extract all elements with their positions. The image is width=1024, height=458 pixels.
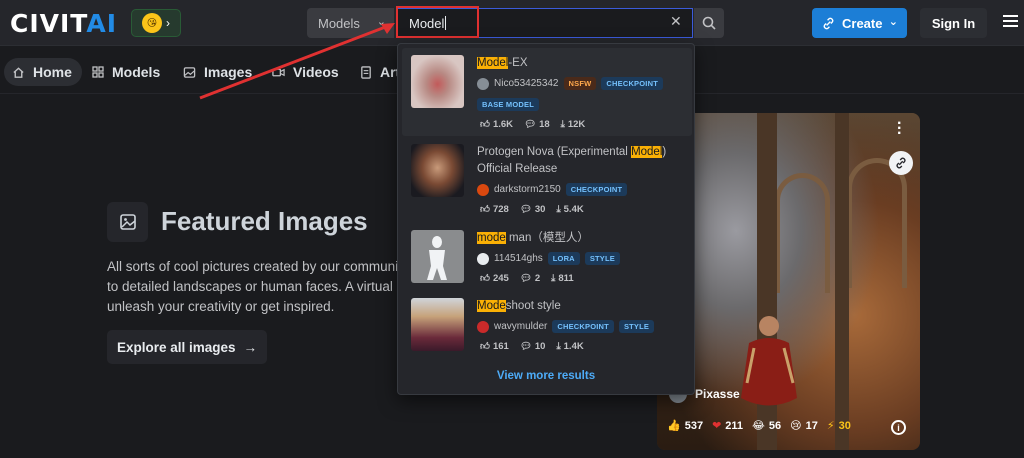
download-icon: ⤓ <box>551 272 556 284</box>
avatar <box>477 183 489 196</box>
thumbs-up-icon: 👍︎ <box>480 204 490 215</box>
chevron-right-icon: › <box>166 16 170 30</box>
download-icon: ⤓ <box>556 340 561 352</box>
heart-icon: ❤ <box>712 420 722 432</box>
comment-icon: 💬︎ <box>519 203 532 215</box>
explore-all-images-button[interactable]: Explore all images → <box>107 330 267 364</box>
result-meta: Nico53425342 NSFW CHECKPOINT <box>477 77 663 90</box>
reaction-bar: 👍 537 ❤ 211 😂 56 😢 17 ⚡ 30 <box>667 419 851 433</box>
result-meta-row2: BASE MODEL <box>477 98 540 111</box>
comment-icon: 💬︎ <box>519 340 532 352</box>
result-thumbnail <box>411 230 464 283</box>
more-options-icon[interactable]: · · · <box>897 116 902 142</box>
nav-home[interactable]: Home <box>4 58 82 86</box>
type-badge: CHECKPOINT <box>601 77 663 90</box>
top-header: CIVITAI 😘 › Models ⌄ Model ✕ Create ⌄ Si… <box>0 0 1024 46</box>
result-title: mode man（模型人） <box>477 232 589 244</box>
link-icon <box>823 17 834 29</box>
result-stats: 👍︎ 728 💬︎ 30 ⤓ 5.4K <box>480 203 584 216</box>
search-result-item[interactable]: Protogen Nova (Experimental Model) Offici… <box>402 140 692 220</box>
cry-icon: 😢 <box>790 420 802 432</box>
result-meta: wavymulder CHECKPOINT STYLE <box>477 320 655 333</box>
avatar <box>477 320 489 333</box>
thumbs-up-icon: 👍 <box>667 420 681 432</box>
seated-figure <box>741 316 797 406</box>
style-badge: STYLE <box>618 320 655 333</box>
download-icon: ⤓ <box>556 203 561 215</box>
reaction-gold[interactable]: ⚡ 30 <box>826 419 851 433</box>
style-badge: STYLE <box>584 252 620 265</box>
link-icon[interactable] <box>889 151 913 175</box>
result-stats: 👍︎ 161 💬︎ 10 ⤓ 1.4K <box>480 340 584 353</box>
result-meta: darkstorm2150 CHECKPOINT <box>477 183 628 196</box>
result-thumbnail <box>411 144 464 197</box>
search-button[interactable] <box>694 8 724 38</box>
thumbs-up-icon: 👍︎ <box>480 341 490 352</box>
search-result-item[interactable]: Model-EX Nico53425342 NSFW CHECKPOINT BA… <box>402 48 692 136</box>
reaction-like[interactable]: 👍 537 <box>667 419 703 433</box>
thumbs-up-icon: 👍︎ <box>480 119 490 130</box>
clear-icon[interactable]: ✕ <box>670 13 682 30</box>
avatar <box>477 252 489 265</box>
nav-images[interactable]: Images <box>183 58 252 86</box>
article-icon <box>361 65 371 79</box>
nsfw-badge: NSFW <box>563 77 597 90</box>
result-title: Protogen Nova (Experimental Model) Offici… <box>477 146 667 175</box>
reaction-heart[interactable]: ❤ 211 <box>712 419 743 433</box>
annotation-highlight-box <box>396 6 479 38</box>
video-icon <box>272 68 285 76</box>
result-thumbnail <box>411 55 464 108</box>
arrow-right-icon: → <box>243 339 258 355</box>
bolt-icon: ⚡ <box>826 420 835 432</box>
reaction-cry[interactable]: 😢 17 <box>790 419 818 433</box>
base-model-badge: BASE MODEL <box>477 98 540 111</box>
result-stats: 👍︎ 1.6K 💬︎ 18 ⤓ 12K <box>480 118 586 131</box>
create-button[interactable]: Create ⌄ <box>812 8 907 38</box>
nav-videos[interactable]: Videos <box>272 58 339 86</box>
home-icon <box>13 66 24 78</box>
featured-description: All sorts of cool pictures created by ou… <box>107 259 397 314</box>
reaction-laugh[interactable]: 😂 56 <box>752 419 781 433</box>
featured-image-icon <box>107 202 148 242</box>
type-badge: CHECKPOINT <box>552 320 614 333</box>
sign-in-button[interactable]: Sign In <box>920 8 987 38</box>
chevron-down-icon: ⌄ <box>376 16 386 28</box>
comment-icon: 💬︎ <box>524 118 537 130</box>
view-more-results-link[interactable]: View more results <box>398 370 694 382</box>
search-result-item[interactable]: mode man（模型人） 114514ghs LORA STYLE 👍︎ 245… <box>402 228 692 294</box>
chevron-down-icon: ⌄ <box>888 16 898 28</box>
comment-icon: 💬︎ <box>519 272 532 284</box>
result-thumbnail <box>411 298 464 351</box>
civitai-logo[interactable]: CIVITAI <box>10 9 117 38</box>
result-stats: 👍︎ 245 💬︎ 2 ⤓ 811 <box>480 272 574 285</box>
result-title: Modeshoot style <box>477 300 561 312</box>
kiss-emoji-icon: 😘 <box>142 13 162 33</box>
nav-articles[interactable]: Art <box>360 58 400 86</box>
info-icon[interactable]: i <box>891 420 906 435</box>
download-icon: ⤓ <box>560 118 565 130</box>
nav-models[interactable]: Models <box>92 58 160 86</box>
thumbs-up-icon: 👍︎ <box>480 273 490 284</box>
search-result-item[interactable]: Modeshoot style wavymulder CHECKPOINT ST… <box>402 296 692 362</box>
result-meta: 114514ghs LORA STYLE <box>477 252 620 265</box>
emoji-menu-button[interactable]: 😘 › <box>131 9 181 37</box>
search-icon <box>702 16 716 30</box>
featured-image-card[interactable]: · · · Pixasse 👍 537 ❤ 211 😂 56 😢 17 ⚡ 30 i <box>657 113 920 450</box>
avatar <box>477 77 489 90</box>
result-title: Model-EX <box>477 57 528 69</box>
search-type-select[interactable]: Models ⌄ <box>307 8 394 38</box>
laugh-icon: 😂 <box>752 420 765 432</box>
image-icon <box>183 66 196 78</box>
hamburger-menu-icon[interactable] <box>1003 15 1018 30</box>
type-badge: CHECKPOINT <box>565 183 628 196</box>
type-badge: LORA <box>547 252 580 265</box>
featured-title: Featured Images <box>161 206 368 236</box>
search-results-dropdown: Model-EX Nico53425342 NSFW CHECKPOINT BA… <box>397 43 695 395</box>
grid-icon <box>92 66 104 78</box>
